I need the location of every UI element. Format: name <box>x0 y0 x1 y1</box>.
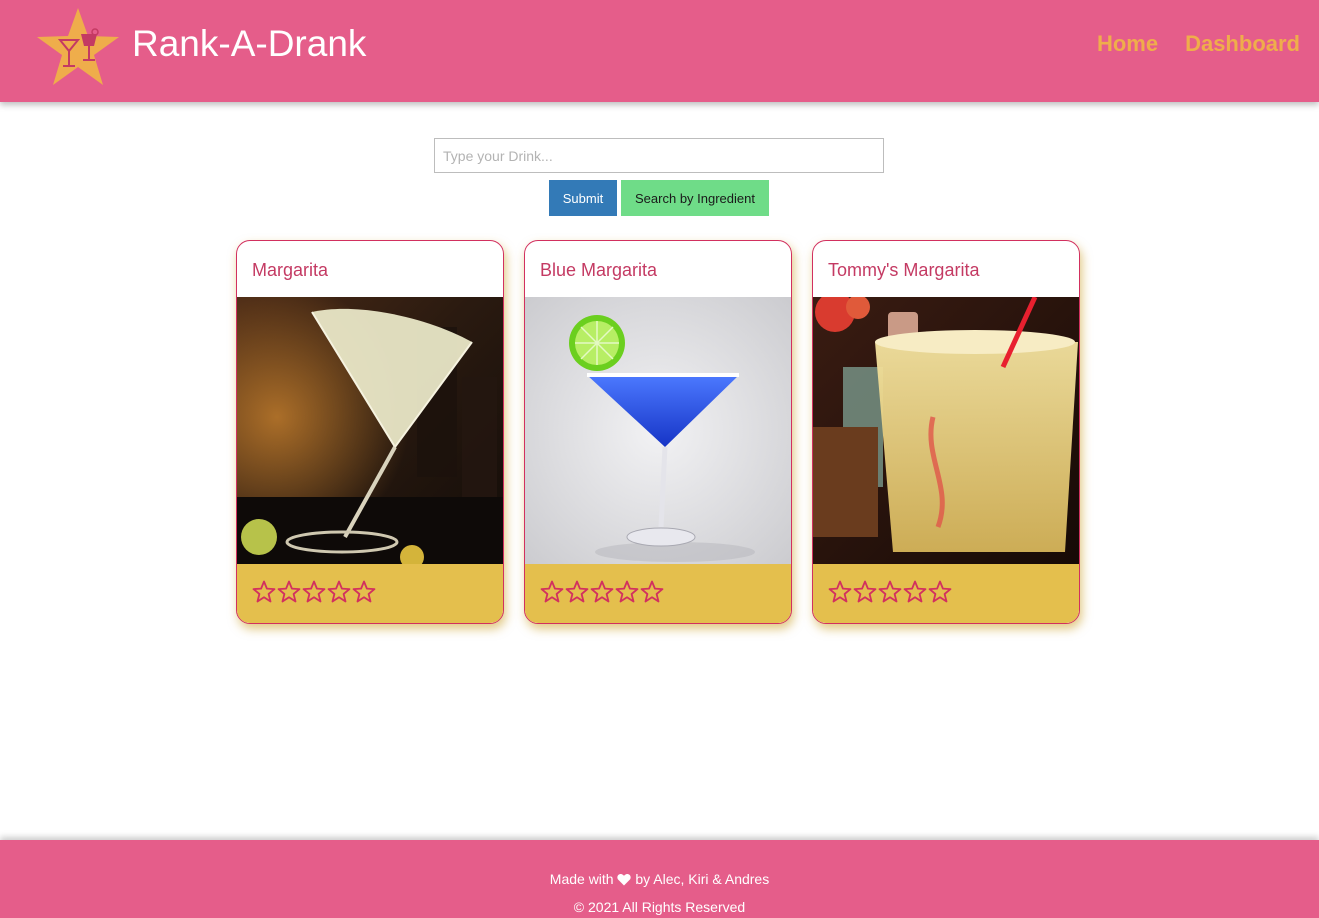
drink-card[interactable]: Margarita <box>236 240 504 624</box>
star-icon[interactable] <box>252 580 276 604</box>
search-by-ingredient-button[interactable]: Search by Ingredient <box>621 180 769 216</box>
star-icon[interactable] <box>903 580 927 604</box>
star-icon[interactable] <box>590 580 614 604</box>
star-rating <box>525 564 791 623</box>
drink-image[interactable] <box>525 297 791 564</box>
footer-credits: Made with by Alec, Kiri & Andres <box>0 870 1319 888</box>
rating-stars <box>252 580 376 604</box>
drink-card[interactable]: Tommy's Margarita <box>812 240 1080 624</box>
drink-card[interactable]: Blue Margarita <box>524 240 792 624</box>
nav-home-link[interactable]: Home <box>1097 30 1158 58</box>
site-footer: Made with by Alec, Kiri & Andres © 2021 … <box>0 840 1319 918</box>
site-brand[interactable]: Rank-A-Drank <box>132 22 366 66</box>
drink-card-title[interactable]: Margarita <box>252 259 328 281</box>
heart-icon <box>617 873 632 886</box>
star-icon[interactable] <box>540 580 564 604</box>
drink-card-title[interactable]: Blue Margarita <box>540 259 657 281</box>
nav-dashboard-link[interactable]: Dashboard <box>1185 30 1300 58</box>
star-icon[interactable] <box>352 580 376 604</box>
star-icon[interactable] <box>327 580 351 604</box>
submit-button[interactable]: Submit <box>549 180 617 216</box>
star-rating <box>813 564 1079 623</box>
main-nav: Home Dashboard <box>1097 30 1300 58</box>
star-rating <box>237 564 503 623</box>
drink-card-title[interactable]: Tommy's Margarita <box>828 259 979 281</box>
star-cocktail-logo-icon[interactable] <box>35 6 121 88</box>
star-icon[interactable] <box>828 580 852 604</box>
star-icon[interactable] <box>928 580 952 604</box>
footer-copyright: © 2021 All Rights Reserved <box>573 899 746 915</box>
star-icon[interactable] <box>640 580 664 604</box>
star-icon[interactable] <box>615 580 639 604</box>
rating-stars <box>828 580 952 604</box>
star-icon[interactable] <box>878 580 902 604</box>
footer-made-with: Made with <box>549 871 614 887</box>
drink-image[interactable] <box>237 297 503 564</box>
star-icon[interactable] <box>565 580 589 604</box>
star-icon[interactable] <box>302 580 326 604</box>
drink-image[interactable] <box>813 297 1079 564</box>
rating-stars <box>540 580 664 604</box>
star-icon[interactable] <box>277 580 301 604</box>
star-icon[interactable] <box>853 580 877 604</box>
footer-authors: by Alec, Kiri & Andres <box>635 871 770 887</box>
drink-search-input[interactable] <box>434 138 884 173</box>
site-header: Rank-A-Drank Home Dashboard <box>0 0 1319 102</box>
